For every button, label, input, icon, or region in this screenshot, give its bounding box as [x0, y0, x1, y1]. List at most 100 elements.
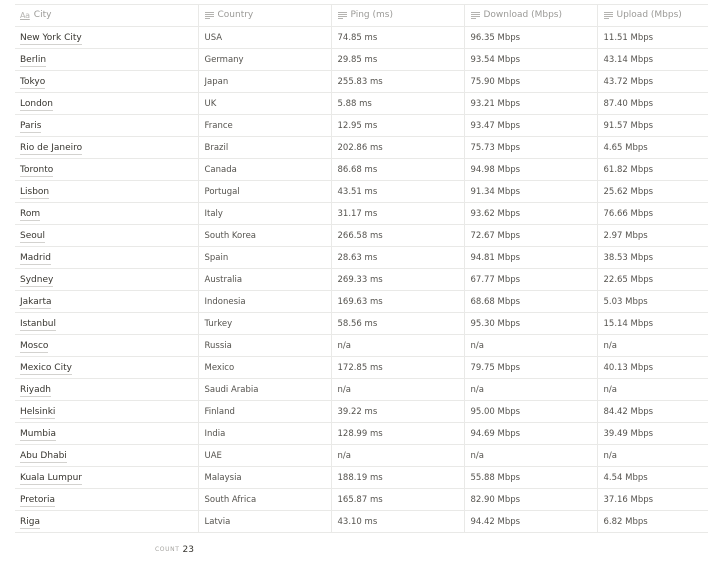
cell-country[interactable]: UK [197, 92, 331, 115]
cell-upload[interactable]: 38.53 Mbps [596, 246, 708, 269]
cell-ping[interactable]: n/a [330, 444, 464, 467]
city-page-link[interactable]: Toronto [20, 164, 54, 177]
city-page-link[interactable]: Lisbon [20, 186, 50, 199]
cell-city[interactable]: Toronto [15, 158, 198, 181]
cell-city[interactable]: Seoul [15, 224, 198, 247]
city-page-link[interactable]: New York City [20, 32, 82, 45]
cell-city[interactable]: Mumbia [15, 422, 198, 445]
column-header-upload[interactable]: Upload (Mbps) [596, 4, 708, 27]
cell-upload[interactable]: 6.82 Mbps [596, 510, 708, 533]
cell-country[interactable]: Turkey [197, 312, 331, 335]
cell-download[interactable]: 96.35 Mbps [463, 26, 597, 49]
cell-country[interactable]: Russia [197, 334, 331, 357]
cell-city[interactable]: Paris [15, 114, 198, 137]
cell-country[interactable]: Brazil [197, 136, 331, 159]
cell-upload[interactable]: 43.14 Mbps [596, 48, 708, 71]
table-row[interactable]: Lisbon Portugal 43.51 ms 91.34 Mbps 25.62 Mb… [15, 180, 708, 203]
cell-country[interactable]: Finland [197, 400, 331, 423]
cell-download[interactable]: 68.68 Mbps [463, 290, 597, 313]
city-page-link[interactable]: Riga [20, 516, 40, 529]
cell-country[interactable]: Malaysia [197, 466, 331, 489]
cell-ping[interactable]: 266.58 ms [330, 224, 464, 247]
cell-country[interactable]: India [197, 422, 331, 445]
cell-download[interactable]: 55.88 Mbps [463, 466, 597, 489]
cell-country[interactable]: Japan [197, 70, 331, 93]
cell-ping[interactable]: 202.86 ms [330, 136, 464, 159]
cell-city[interactable]: Riga [15, 510, 198, 533]
cell-download[interactable]: 93.47 Mbps [463, 114, 597, 137]
cell-upload[interactable]: 15.14 Mbps [596, 312, 708, 335]
cell-country[interactable]: Italy [197, 202, 331, 225]
city-page-link[interactable]: Mumbia [20, 428, 56, 441]
cell-upload[interactable]: 4.65 Mbps [596, 136, 708, 159]
cell-download[interactable]: 95.30 Mbps [463, 312, 597, 335]
table-row[interactable]: Pretoria South Africa 165.87 ms 82.90 Mbps 3… [15, 488, 708, 511]
cell-city[interactable]: Jakarta [15, 290, 198, 313]
cell-download[interactable]: n/a [463, 334, 597, 357]
table-row[interactable]: Kuala Lumpur Malaysia 188.19 ms 55.88 Mbps 4… [15, 466, 708, 489]
cell-download[interactable]: 91.34 Mbps [463, 180, 597, 203]
table-row[interactable]: Toronto Canada 86.68 ms 94.98 Mbps 61.82 Mbp… [15, 158, 708, 181]
city-page-link[interactable]: Kuala Lumpur [20, 472, 82, 485]
cell-ping[interactable]: 43.51 ms [330, 180, 464, 203]
cell-city[interactable]: Kuala Lumpur [15, 466, 198, 489]
cell-country[interactable]: Spain [197, 246, 331, 269]
city-page-link[interactable]: Tokyo [20, 76, 46, 89]
cell-download[interactable]: n/a [463, 444, 597, 467]
cell-city[interactable]: Lisbon [15, 180, 198, 203]
cell-city[interactable]: Mosco [15, 334, 198, 357]
cell-ping[interactable]: 86.68 ms [330, 158, 464, 181]
cell-download[interactable]: 93.54 Mbps [463, 48, 597, 71]
cell-download[interactable]: 94.42 Mbps [463, 510, 597, 533]
table-row[interactable]: Riga Latvia 43.10 ms 94.42 Mbps 6.82 Mbps [15, 510, 708, 533]
cell-country[interactable]: South Korea [197, 224, 331, 247]
city-page-link[interactable]: Rio de Janeiro [20, 142, 83, 155]
cell-upload[interactable]: 84.42 Mbps [596, 400, 708, 423]
column-header-download[interactable]: Download (Mbps) [463, 4, 597, 27]
city-page-link[interactable]: Mexico City [20, 362, 72, 375]
cell-ping[interactable]: 58.56 ms [330, 312, 464, 335]
cell-ping[interactable]: 43.10 ms [330, 510, 464, 533]
table-row[interactable]: Riyadh Saudi Arabia n/a n/a n/a [15, 378, 708, 401]
table-row[interactable]: Rom Italy 31.17 ms 93.62 Mbps 76.66 Mbps [15, 202, 708, 225]
cell-country[interactable]: France [197, 114, 331, 137]
cell-upload[interactable]: 22.65 Mbps [596, 268, 708, 291]
cell-download[interactable]: 93.62 Mbps [463, 202, 597, 225]
table-row[interactable]: Mosco Russia n/a n/a n/a [15, 334, 708, 357]
cell-ping[interactable]: 39.22 ms [330, 400, 464, 423]
cell-ping[interactable]: n/a [330, 334, 464, 357]
cell-ping[interactable]: 5.88 ms [330, 92, 464, 115]
city-page-link[interactable]: Pretoria [20, 494, 56, 507]
city-page-link[interactable]: Seoul [20, 230, 45, 243]
cell-upload[interactable]: 4.54 Mbps [596, 466, 708, 489]
cell-country[interactable]: Canada [197, 158, 331, 181]
cell-city[interactable]: Sydney [15, 268, 198, 291]
cell-city[interactable]: Rio de Janeiro [15, 136, 198, 159]
table-row[interactable]: Abu Dhabi UAE n/a n/a n/a [15, 444, 708, 467]
cell-country[interactable]: Indonesia [197, 290, 331, 313]
cell-city[interactable]: Rom [15, 202, 198, 225]
cell-download[interactable]: 72.67 Mbps [463, 224, 597, 247]
table-row[interactable]: Mumbia India 128.99 ms 94.69 Mbps 39.49 Mbps [15, 422, 708, 445]
city-page-link[interactable]: Rom [20, 208, 41, 221]
city-page-link[interactable]: Abu Dhabi [20, 450, 67, 463]
cell-upload[interactable]: 87.40 Mbps [596, 92, 708, 115]
cell-download[interactable]: 94.69 Mbps [463, 422, 597, 445]
cell-upload[interactable]: 39.49 Mbps [596, 422, 708, 445]
table-row[interactable]: Tokyo Japan 255.83 ms 75.90 Mbps 43.72 Mbps [15, 70, 708, 93]
cell-ping[interactable]: 28.63 ms [330, 246, 464, 269]
cell-country[interactable]: Mexico [197, 356, 331, 379]
cell-download[interactable]: 94.81 Mbps [463, 246, 597, 269]
cell-ping[interactable]: 165.87 ms [330, 488, 464, 511]
cell-city[interactable]: Riyadh [15, 378, 198, 401]
city-page-link[interactable]: Sydney [20, 274, 54, 287]
cell-ping[interactable]: n/a [330, 378, 464, 401]
cell-download[interactable]: 67.77 Mbps [463, 268, 597, 291]
cell-upload[interactable]: 40.13 Mbps [596, 356, 708, 379]
cell-upload[interactable]: 25.62 Mbps [596, 180, 708, 203]
cell-city[interactable]: Istanbul [15, 312, 198, 335]
cell-country[interactable]: Saudi Arabia [197, 378, 331, 401]
cell-city[interactable]: Berlin [15, 48, 198, 71]
cell-download[interactable]: 82.90 Mbps [463, 488, 597, 511]
cell-city[interactable]: Helsinki [15, 400, 198, 423]
